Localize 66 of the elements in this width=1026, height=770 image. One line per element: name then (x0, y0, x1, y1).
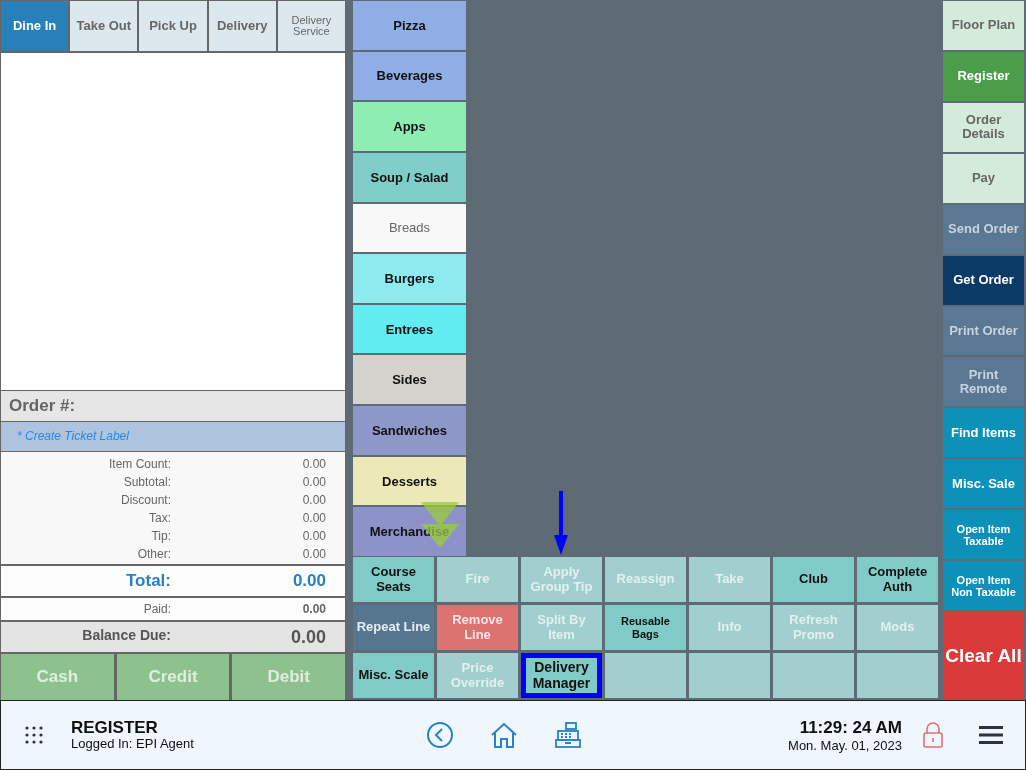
back-icon[interactable] (425, 721, 454, 749)
lock-icon[interactable] (922, 721, 944, 749)
action-button[interactable]: Club (773, 557, 854, 602)
action-button[interactable]: Remove Line (437, 605, 518, 650)
paid-value: 0.00 (301, 602, 326, 617)
category-button[interactable]: Burgers (353, 254, 466, 303)
category-button[interactable]: Sandwiches (353, 406, 466, 455)
paid-label: Paid: (142, 602, 171, 617)
action-button[interactable]: Course Seats (353, 557, 434, 602)
side-button[interactable]: Open Item Taxable (943, 510, 1024, 560)
logged-in-user: Logged In: EPI Agent (71, 736, 194, 751)
side-button[interactable]: Register (943, 51, 1024, 101)
balance-due-label: Balance Due: (81, 626, 171, 645)
side-button[interactable]: Get Order (943, 255, 1024, 305)
summary-value: 0.00 (301, 529, 326, 544)
side-button[interactable]: Find Items (943, 408, 1024, 458)
category-button[interactable]: Breads (353, 203, 466, 253)
side-button[interactable]: Floor Plan (943, 1, 1024, 50)
order-type-tab[interactable]: Take Out (70, 1, 138, 51)
side-button[interactable]: Clear All (943, 612, 1024, 700)
category-button[interactable]: Soup / Salad (353, 152, 466, 202)
side-button[interactable]: Order Details (943, 102, 1024, 152)
screen-title: REGISTER (71, 719, 159, 736)
clock-date: Mon. May. 01, 2023 (788, 737, 902, 753)
summary-label: Subtotal: (122, 475, 171, 490)
balance-due-value: 0.00 (289, 626, 326, 648)
category-button[interactable]: Pizza (353, 1, 466, 50)
action-button[interactable]: Reusable Bags (605, 605, 686, 650)
summary-value: 0.00 (301, 511, 326, 526)
order-number-label: Order #: (9, 395, 76, 416)
category-button[interactable]: Entrees (353, 304, 466, 354)
apps-grid-icon[interactable] (24, 725, 44, 745)
action-button[interactable]: Complete Auth (857, 557, 938, 602)
order-type-tab[interactable]: Pick Up (139, 1, 207, 51)
action-button[interactable]: Delivery Manager (521, 653, 602, 698)
summary-label: Item Count: (107, 457, 171, 472)
summary-value: 0.00 (301, 475, 326, 490)
category-button[interactable]: Sides (353, 355, 466, 405)
annotation-arrow (554, 491, 568, 555)
category-button[interactable]: Desserts (353, 456, 466, 506)
category-button[interactable]: Beverages (353, 51, 466, 101)
order-type-tab[interactable]: Delivery Service (277, 1, 345, 51)
side-button[interactable]: Send Order (943, 204, 1024, 254)
side-button[interactable]: Print Order (943, 306, 1024, 356)
menu-icon[interactable] (979, 725, 1003, 745)
summary-label: Tip: (150, 529, 171, 544)
category-button[interactable]: Apps (353, 102, 466, 151)
total-label: Total: (125, 571, 171, 592)
summary-label: Other: (136, 547, 171, 562)
summary-value: 0.00 (301, 547, 326, 562)
side-button[interactable]: Pay (943, 153, 1024, 203)
clock-time: 11:29: 24 AM (799, 717, 902, 738)
cash-register-icon[interactable] (553, 721, 582, 749)
order-type-tab[interactable]: Dine In (1, 1, 69, 51)
side-button[interactable]: Misc. Sale (943, 459, 1024, 509)
total-value: 0.00 (291, 571, 326, 592)
side-button[interactable]: Open Item Non Taxable (943, 561, 1024, 611)
home-icon[interactable] (489, 721, 518, 749)
summary-label: Discount: (119, 493, 171, 508)
action-button[interactable]: Repeat Line (353, 605, 434, 650)
summary-label: Tax: (148, 511, 171, 526)
summary-value: 0.00 (301, 493, 326, 508)
side-button[interactable]: Print Remote (943, 357, 1024, 407)
action-button[interactable]: Misc. Scale (353, 653, 434, 698)
summary-value: 0.00 (301, 457, 326, 472)
order-type-tab[interactable]: Delivery (208, 1, 276, 51)
